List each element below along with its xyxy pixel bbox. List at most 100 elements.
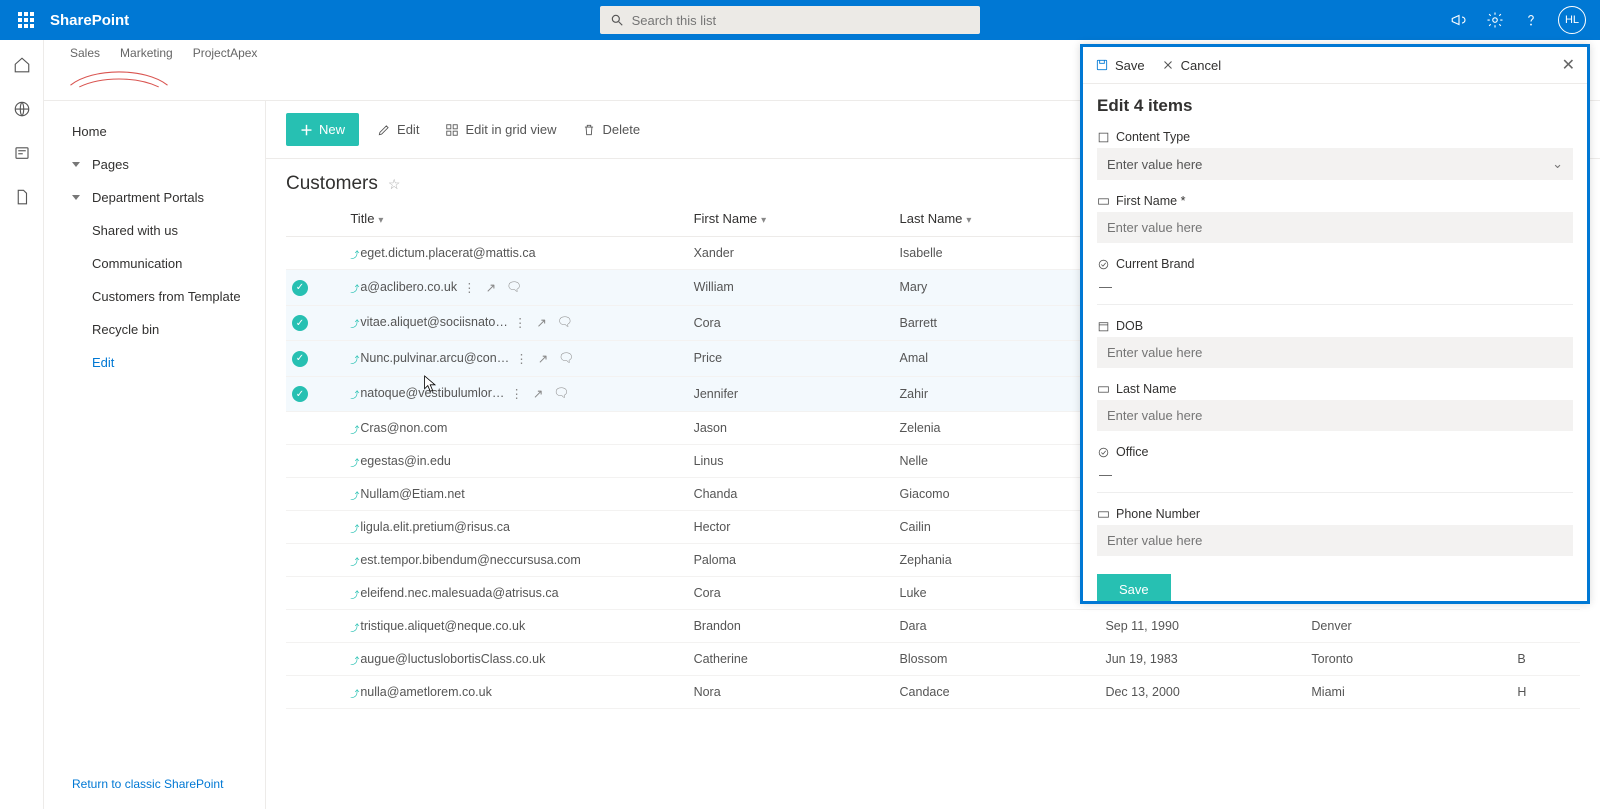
- new-button[interactable]: ＋ New: [286, 113, 359, 146]
- current-brand-value[interactable]: —: [1097, 275, 1573, 305]
- list-title: Customers: [286, 173, 378, 195]
- row-more-icon[interactable]: ⋮: [510, 386, 523, 401]
- link-indicator-icon: ⤴: [350, 588, 359, 601]
- hub-tab-marketing[interactable]: Marketing: [120, 46, 173, 60]
- hub-tab-projectapex[interactable]: ProjectApex: [193, 46, 258, 60]
- news-icon[interactable]: [13, 144, 31, 162]
- panel-cancel-command[interactable]: Cancel: [1161, 58, 1221, 73]
- return-classic-link[interactable]: Return to classic SharePoint: [44, 767, 265, 801]
- favorite-star-icon[interactable]: ☆: [388, 176, 401, 193]
- dob-input[interactable]: [1097, 337, 1573, 368]
- col-header-first-name[interactable]: First Name▾: [688, 201, 894, 237]
- row-title[interactable]: natoque@vestibulumlor…: [360, 386, 504, 400]
- row-comment-icon[interactable]: 🗨: [506, 280, 522, 295]
- link-indicator-icon: ⤴: [350, 423, 359, 436]
- row-title[interactable]: augue@luctuslobortisClass.co.uk: [360, 652, 545, 666]
- site-logo[interactable]: [64, 62, 174, 96]
- office-value[interactable]: —: [1097, 463, 1573, 493]
- row-selected-check-icon[interactable]: ✓: [292, 351, 308, 367]
- row-selected-check-icon[interactable]: ✓: [292, 315, 308, 331]
- waffle-icon: [18, 12, 34, 28]
- row-more-icon[interactable]: ⋮: [514, 315, 527, 330]
- link-indicator-icon: ⤴: [350, 317, 359, 330]
- row-more-icon[interactable]: ⋮: [515, 351, 528, 366]
- link-indicator-icon: ⤴: [350, 654, 359, 667]
- date-icon: [1097, 320, 1110, 333]
- nav-department-portals[interactable]: Department Portals: [44, 181, 265, 214]
- edit-grid-command[interactable]: Edit in grid view: [437, 116, 564, 143]
- row-more-icon[interactable]: ⋮: [463, 280, 476, 295]
- globe-icon[interactable]: [13, 100, 31, 118]
- last-name-input[interactable]: [1097, 400, 1573, 431]
- col-header-title[interactable]: Title▾: [344, 201, 687, 237]
- delete-label: Delete: [602, 122, 640, 137]
- app-launcher-button[interactable]: [8, 2, 44, 38]
- nav-recycle-bin[interactable]: Recycle bin: [44, 313, 265, 346]
- row-title[interactable]: a@aclibero.co.uk: [360, 280, 457, 294]
- row-title[interactable]: vitae.aliquet@sociisnato…: [360, 315, 508, 329]
- row-title[interactable]: ligula.elit.pretium@risus.ca: [360, 520, 510, 534]
- last-name-label: Last Name: [1116, 382, 1176, 396]
- search-icon: [610, 13, 624, 27]
- user-avatar[interactable]: HL: [1558, 6, 1586, 34]
- row-title[interactable]: Cras@non.com: [360, 421, 447, 435]
- megaphone-icon[interactable]: [1450, 11, 1468, 29]
- row-title[interactable]: nulla@ametlorem.co.uk: [360, 685, 492, 699]
- cell-first: Nora: [688, 676, 894, 709]
- cell-first: Jason: [688, 412, 894, 445]
- first-name-input[interactable]: [1097, 212, 1573, 243]
- panel-cancel-label: Cancel: [1181, 58, 1221, 73]
- row-comment-icon[interactable]: 🗨: [558, 351, 574, 366]
- files-icon[interactable]: [13, 188, 31, 206]
- nav-customers-from-template[interactable]: Customers from Template: [44, 280, 265, 313]
- hub-tab-sales[interactable]: Sales: [70, 46, 100, 60]
- row-title[interactable]: tristique.aliquet@neque.co.uk: [360, 619, 525, 633]
- row-comment-icon[interactable]: 🗨: [557, 315, 573, 330]
- cell-dob: Dec 13, 2000: [1099, 676, 1305, 709]
- nav-communication[interactable]: Communication: [44, 247, 265, 280]
- search-input[interactable]: [632, 13, 970, 28]
- row-title[interactable]: eleifend.nec.malesuada@atrisus.ca: [360, 586, 558, 600]
- nav-pages[interactable]: Pages: [44, 148, 265, 181]
- phone-input[interactable]: [1097, 525, 1573, 556]
- cell-last: Zelenia: [894, 412, 1100, 445]
- nav-edit-link[interactable]: Edit: [44, 346, 265, 379]
- nav-shared-with-us[interactable]: Shared with us: [44, 214, 265, 247]
- edit-command[interactable]: Edit: [369, 116, 427, 143]
- panel-save-command[interactable]: Save: [1095, 58, 1145, 73]
- row-comment-icon[interactable]: 🗨: [553, 386, 569, 401]
- col-header-last-name[interactable]: Last Name▾: [894, 201, 1100, 237]
- nav-home[interactable]: Home: [44, 115, 265, 148]
- edit-grid-label: Edit in grid view: [465, 122, 556, 137]
- panel-save-button[interactable]: Save: [1097, 574, 1171, 604]
- settings-icon[interactable]: [1486, 11, 1504, 29]
- home-icon[interactable]: [13, 56, 31, 74]
- row-title[interactable]: Nullam@Etiam.net: [360, 487, 464, 501]
- cell-last: Zephania: [894, 544, 1100, 577]
- table-row[interactable]: ⤴augue@luctuslobortisClass.co.ukCatherin…: [286, 643, 1580, 676]
- row-title[interactable]: eget.dictum.placerat@mattis.ca: [360, 246, 535, 260]
- row-title[interactable]: egestas@in.edu: [360, 454, 451, 468]
- row-title[interactable]: Nunc.pulvinar.arcu@con…: [360, 351, 509, 365]
- row-share-icon[interactable]: ↗: [538, 351, 548, 366]
- row-title[interactable]: est.tempor.bibendum@neccursusa.com: [360, 553, 580, 567]
- row-share-icon[interactable]: ↗: [536, 315, 546, 330]
- bulk-edit-panel: Save Cancel ✕ Edit 4 items Content Type …: [1080, 44, 1590, 604]
- text-field-icon: [1097, 195, 1110, 208]
- panel-close-button[interactable]: ✕: [1562, 55, 1575, 75]
- save-icon: [1095, 58, 1109, 72]
- table-row[interactable]: ⤴tristique.aliquet@neque.co.ukBrandonDar…: [286, 610, 1580, 643]
- table-row[interactable]: ⤴nulla@ametlorem.co.ukNoraCandaceDec 13,…: [286, 676, 1580, 709]
- search-box[interactable]: [600, 6, 980, 34]
- row-selected-check-icon[interactable]: ✓: [292, 280, 308, 296]
- text-field-icon: [1097, 508, 1110, 521]
- cell-office: Denver: [1305, 610, 1511, 643]
- content-type-select[interactable]: Enter value here ⌄: [1097, 148, 1573, 180]
- row-share-icon[interactable]: ↗: [533, 386, 543, 401]
- row-selected-check-icon[interactable]: ✓: [292, 386, 308, 402]
- row-share-icon[interactable]: ↗: [486, 280, 496, 295]
- delete-command[interactable]: Delete: [574, 116, 648, 143]
- cell-dob: Jun 19, 1983: [1099, 643, 1305, 676]
- help-icon[interactable]: [1522, 11, 1540, 29]
- phone-label: Phone Number: [1116, 507, 1200, 521]
